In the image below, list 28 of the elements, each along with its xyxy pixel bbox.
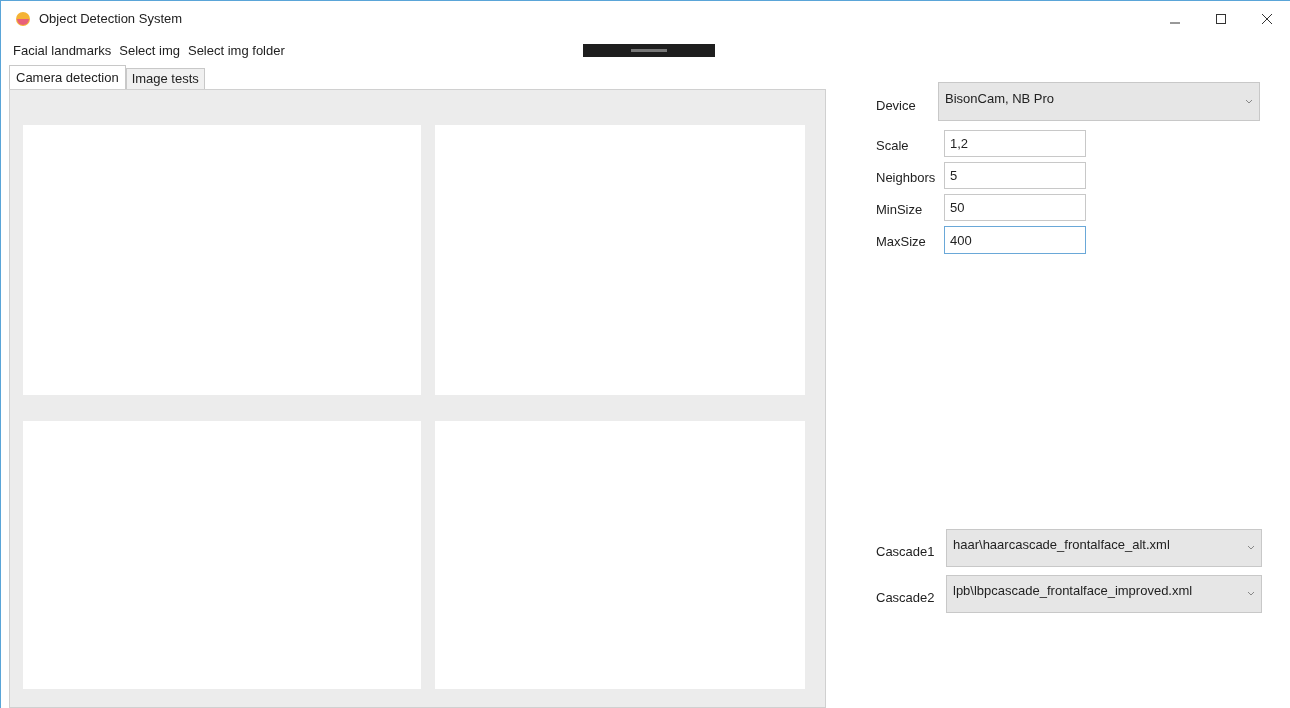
field-label: Scale (876, 136, 910, 155)
caret-icon (1245, 98, 1253, 104)
field-label: Cascade2 (876, 589, 936, 608)
menu-item[interactable]: Select img folder (183, 41, 289, 61)
caret-icon (1247, 591, 1255, 596)
field-label: Neighbors (876, 168, 937, 187)
minimize-icon (1169, 22, 1181, 24)
input-field[interactable]: 1,2 (944, 130, 1086, 157)
tab[interactable]: Camera detection (9, 65, 126, 89)
field-label: MaxSize (876, 233, 927, 252)
field-label: Device (876, 97, 917, 116)
input-field[interactable]: 5 (944, 162, 1086, 189)
field-label: Cascade1 (876, 543, 936, 562)
menu-item[interactable]: Facial landmarks (9, 41, 116, 61)
input-field[interactable]: 50 (944, 194, 1086, 221)
window-title: Object Detection System (39, 10, 183, 29)
tab[interactable]: Image tests (125, 68, 205, 89)
cascade-dropdown[interactable]: lpb\lbpcascade_frontalface_improved.xml (946, 575, 1262, 613)
field-label: MinSize (876, 200, 924, 219)
close-icon (1261, 13, 1273, 25)
cascade-dropdown[interactable]: haar\haarcascade_frontalface_alt.xml (946, 529, 1262, 567)
drag-handle[interactable] (583, 44, 715, 57)
app-icon (15, 11, 31, 27)
device-dropdown[interactable]: BisonCam, NB Pro (938, 81, 1260, 121)
caret-icon (1247, 545, 1255, 550)
menu-item[interactable]: Select img (115, 41, 184, 61)
maximize-icon (1215, 13, 1227, 25)
input-field[interactable]: 400 (944, 226, 1086, 254)
